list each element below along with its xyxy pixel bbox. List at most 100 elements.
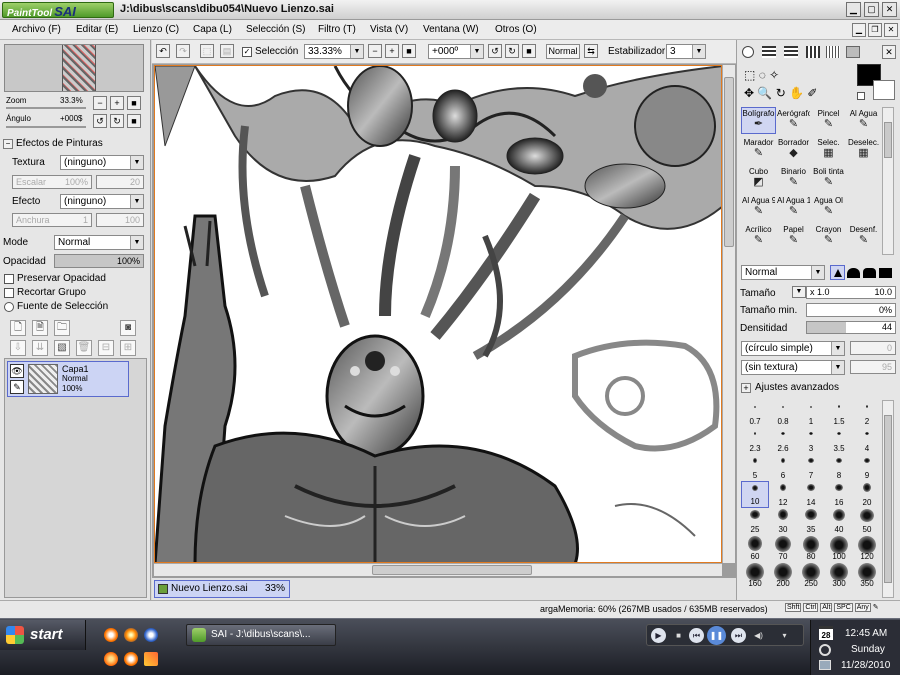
canvas-zoom-out-button[interactable]: − <box>368 44 382 58</box>
menu-vista[interactable]: Vista (V) <box>370 24 408 35</box>
brush-size-2[interactable]: 2 <box>853 400 881 427</box>
calendar-icon[interactable]: 28 <box>819 626 833 640</box>
tool-10[interactable]: Boli tinta ✎ <box>811 165 846 192</box>
brush-size-16[interactable]: 16 <box>825 481 853 508</box>
shape-square-icon[interactable] <box>879 268 892 278</box>
tool-17[interactable]: Papel ✎ <box>776 223 811 250</box>
layer-mask-icon[interactable]: ◙ <box>120 320 136 336</box>
brush-size-120[interactable]: 120 <box>853 535 881 562</box>
clear-layer-icon[interactable]: ▧ <box>54 340 70 356</box>
scratchpad-icon[interactable] <box>826 46 840 58</box>
deselect-icon[interactable]: ⬚ <box>200 44 214 58</box>
brush-size-2.3[interactable]: 2.3 <box>741 427 769 454</box>
hsv-slider-icon[interactable] <box>784 46 798 58</box>
media-menu-icon[interactable]: ▾ <box>777 628 792 643</box>
canvas-rotate-reset-button[interactable]: ■ <box>522 44 536 58</box>
chrome-icon[interactable] <box>104 628 118 642</box>
flip-view-icon[interactable]: ⇆ <box>584 44 598 58</box>
min-size-slider[interactable]: 0% <box>806 303 896 317</box>
tool-7[interactable]: Deselec. ▦ <box>846 136 881 163</box>
shape-flat-round-icon[interactable] <box>863 268 876 278</box>
brush-size-30[interactable]: 30 <box>769 508 797 535</box>
color-wheel-icon[interactable] <box>742 46 754 58</box>
tool-13[interactable]: Al Agua 10✎ <box>776 194 811 221</box>
hand-icon[interactable]: ✋ <box>789 86 804 100</box>
zoom-icon[interactable]: 🔍 <box>757 86 772 100</box>
tool-0[interactable]: Bolígrafo ✒ <box>741 107 776 134</box>
tool-9[interactable]: Binario ✎ <box>776 165 811 192</box>
tool-8[interactable]: Cubo ◩ <box>741 165 776 192</box>
user-swatch-icon[interactable] <box>846 46 860 58</box>
layer-option-icon[interactable]: ⊞ <box>120 340 136 356</box>
menu-editar[interactable]: Editar (E) <box>76 24 118 35</box>
brush-size-1.5[interactable]: 1.5 <box>825 400 853 427</box>
swatches-icon[interactable] <box>806 46 820 58</box>
texture-select[interactable]: (ninguno) ▼ <box>60 155 144 170</box>
media-volume-icon[interactable]: ◀) <box>751 628 766 643</box>
apply-mask-icon[interactable]: ⊟ <box>98 340 114 356</box>
lasso-icon[interactable]: ◌ <box>759 68 766 82</box>
media-stop-icon[interactable]: ■ <box>671 628 686 643</box>
brush-size-35[interactable]: 35 <box>797 508 825 535</box>
canvas-zoom-in-button[interactable]: + <box>385 44 399 58</box>
tool-1[interactable]: Aerógrafo ✎ <box>776 107 811 134</box>
brush-size-9[interactable]: 9 <box>853 454 881 481</box>
effect-select[interactable]: (ninguno) ▼ <box>60 194 144 209</box>
menu-seleccion[interactable]: Selección (S) <box>246 24 305 35</box>
zoom-in-button[interactable]: + <box>110 96 124 110</box>
opacity-slider[interactable]: 100% <box>54 254 144 268</box>
menu-capa[interactable]: Capa (L) <box>193 24 232 35</box>
tool-2[interactable]: Pincel ✎ <box>811 107 846 134</box>
canvas-rotate-left-button[interactable]: ↺ <box>488 44 502 58</box>
size-range-dropdown[interactable]: ▼ <box>792 286 806 298</box>
media-next-icon[interactable]: ⏭ <box>731 628 746 643</box>
magic-wand-icon[interactable]: ✧ <box>769 68 779 82</box>
canvas-rotate-right-button[interactable]: ↻ <box>505 44 519 58</box>
tool-14[interactable]: Agua Ol ✎ <box>811 194 846 221</box>
browser-icon[interactable] <box>144 628 158 642</box>
rotate-reset-button[interactable]: ■ <box>127 114 141 128</box>
zoom-slider[interactable] <box>6 107 86 109</box>
minimize-button[interactable]: ▁ <box>846 2 861 17</box>
rotate-icon[interactable]: ↻ <box>776 86 786 100</box>
brush-mode-select[interactable]: Normal ▼ <box>741 265 825 280</box>
brush-size-300[interactable]: 300 <box>825 562 853 589</box>
eye-icon[interactable]: 👁 <box>10 364 24 378</box>
new-layer-icon[interactable]: 🗋 <box>10 320 26 336</box>
panel-close-icon[interactable]: ✕ <box>882 45 896 59</box>
menu-lienzo[interactable]: Lienzo (C) <box>133 24 179 35</box>
tool-16[interactable]: Acrílico ✎ <box>741 223 776 250</box>
brush-size-80[interactable]: 80 <box>797 535 825 562</box>
canvas-angle-select[interactable]: +000º ▼ <box>428 44 484 59</box>
menu-ventana[interactable]: Ventana (W) <box>423 24 479 35</box>
brush-size-0.7[interactable]: 0.7 <box>741 400 769 427</box>
firefox-icon[interactable] <box>124 628 138 642</box>
tool-12[interactable]: Al Agua 9 ✎ <box>741 194 776 221</box>
selection-checkbox[interactable]: ✓ <box>242 47 252 57</box>
brush-size-3.5[interactable]: 3.5 <box>825 427 853 454</box>
brush-size-12[interactable]: 12 <box>769 481 797 508</box>
vertical-scrollbar[interactable] <box>722 65 735 563</box>
merge-down-icon[interactable]: ⇊ <box>32 340 48 356</box>
media-play-icon[interactable]: ▶ <box>651 628 666 643</box>
brush-size-6[interactable]: 6 <box>769 454 797 481</box>
media-prev-icon[interactable]: ⏮ <box>689 628 704 643</box>
rgb-slider-icon[interactable] <box>762 46 776 58</box>
media-pause-icon[interactable]: ❚❚ <box>707 626 726 645</box>
eyedropper-icon[interactable]: ✐ <box>807 86 817 100</box>
tool-6[interactable]: Selec. ▦ <box>811 136 846 163</box>
canvas-zoom-reset-button[interactable]: ■ <box>402 44 416 58</box>
brush-texture-select[interactable]: (sin textura) ▼ <box>741 360 845 375</box>
brush-size-1[interactable]: 1 <box>797 400 825 427</box>
brush-size-10[interactable]: 10 <box>741 481 769 508</box>
drawing-canvas[interactable] <box>154 65 722 563</box>
brush-size-scroll-thumb[interactable] <box>884 415 892 583</box>
swap-colors-icon[interactable] <box>857 92 865 100</box>
delete-layer-icon[interactable]: 🗑 <box>76 340 92 356</box>
display-icon[interactable] <box>819 660 831 670</box>
shape-round-icon[interactable] <box>847 268 860 278</box>
brush-size-20[interactable]: 20 <box>853 481 881 508</box>
app-icon-2[interactable] <box>144 652 158 666</box>
new-folder-icon[interactable]: 🗀 <box>54 320 70 336</box>
brush-size-8[interactable]: 8 <box>825 454 853 481</box>
